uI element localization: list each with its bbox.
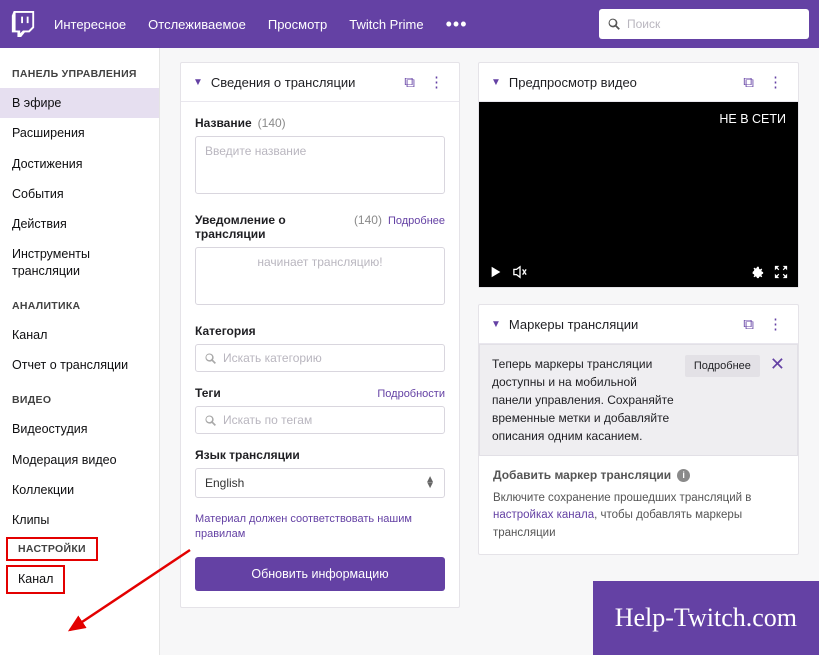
annotation-settings-box: НАСТРОЙКИ [6, 537, 98, 561]
panel-title: Сведения о трансляции [211, 75, 393, 90]
title-input[interactable] [195, 136, 445, 194]
twitch-logo-icon[interactable] [10, 11, 36, 37]
add-marker-row[interactable]: Добавить маркер трансляции i [493, 468, 784, 482]
search-icon [607, 17, 621, 31]
tags-search[interactable] [195, 406, 445, 434]
preview-panel: ▼ Предпросмотр видео ⧉ ⋮ НЕ В СЕТИ [478, 62, 799, 288]
nav-prime[interactable]: Twitch Prime [349, 17, 423, 32]
rules-note[interactable]: Материал должен соответствовать нашим пр… [195, 512, 445, 543]
more-icon[interactable]: ⋮ [426, 73, 447, 91]
search-icon [204, 414, 217, 427]
popout-icon[interactable]: ⧉ [401, 74, 418, 91]
sidebar-item-moderation[interactable]: Модерация видео [0, 445, 159, 475]
banner-text: Теперь маркеры трансляции доступны и на … [492, 355, 675, 445]
sidebar-item-extensions[interactable]: Расширения [0, 118, 159, 148]
panel-title: Предпросмотр видео [509, 75, 732, 90]
sidebar-item-clips[interactable]: Клипы [0, 505, 159, 535]
category-label: Категория [195, 324, 256, 338]
sidebar-item-live[interactable]: В эфире [0, 88, 159, 118]
watermark: Help-Twitch.com [593, 581, 819, 655]
chevron-down-icon[interactable]: ▼ [491, 77, 501, 88]
sidebar-item-events[interactable]: События [0, 179, 159, 209]
markers-panel: ▼ Маркеры трансляции ⧉ ⋮ Теперь маркеры … [478, 304, 799, 555]
more-icon[interactable]: ⋮ [765, 315, 786, 333]
title-count: (140) [258, 116, 286, 130]
sidebar-section-video: ВИДЕО [0, 388, 159, 414]
lang-value: English [205, 476, 244, 490]
notif-input[interactable] [195, 247, 445, 305]
search-input[interactable] [627, 17, 801, 31]
sidebar-item-collections[interactable]: Коллекции [0, 475, 159, 505]
close-icon[interactable]: ✕ [770, 355, 785, 373]
notif-label: Уведомление о трансляции [195, 213, 348, 241]
search-icon [204, 352, 217, 365]
sidebar-section-analytics: АНАЛИТИКА [0, 294, 159, 320]
markers-banner: Теперь маркеры трансляции доступны и на … [479, 344, 798, 456]
notif-more-link[interactable]: Подробнее [388, 215, 445, 227]
sidebar-section-dashboard: ПАНЕЛЬ УПРАВЛЕНИЯ [0, 62, 159, 88]
markers-hint: Включите сохранение прошедших трансляций… [493, 490, 784, 542]
nav-following[interactable]: Отслеживаемое [148, 17, 246, 32]
sidebar-item-tools[interactable]: Инструменты трансляции [0, 239, 159, 286]
add-marker-label: Добавить маркер трансляции [493, 468, 671, 482]
nav-discover[interactable]: Интересное [54, 17, 126, 32]
settings-icon[interactable] [750, 265, 764, 279]
chevron-down-icon[interactable]: ▼ [193, 77, 203, 88]
category-input[interactable] [223, 351, 436, 365]
notif-count: (140) [354, 213, 382, 227]
more-icon[interactable]: ⋮ [765, 73, 786, 91]
play-icon[interactable] [489, 265, 503, 279]
panel-title: Маркеры трансляции [509, 317, 732, 332]
update-button[interactable]: Обновить информацию [195, 557, 445, 591]
select-arrows-icon: ▲▼ [425, 477, 435, 489]
tags-label: Теги [195, 386, 221, 400]
annotation-channel-box: Канал [6, 565, 65, 593]
sidebar-item-actions[interactable]: Действия [0, 209, 159, 239]
sidebar-item-video-producer[interactable]: Видеостудия [0, 414, 159, 444]
mute-icon[interactable] [513, 265, 527, 279]
sidebar-item-channel-settings[interactable]: Канал [8, 567, 63, 591]
search-box[interactable] [599, 9, 809, 39]
video-preview[interactable]: НЕ В СЕТИ [479, 102, 798, 287]
offline-status: НЕ В СЕТИ [719, 112, 786, 126]
banner-more-button[interactable]: Подробнее [685, 355, 760, 377]
sidebar: ПАНЕЛЬ УПРАВЛЕНИЯ В эфире Расширения Дос… [0, 48, 160, 655]
sidebar-item-achievements[interactable]: Достижения [0, 149, 159, 179]
sidebar-item-channel-analytics[interactable]: Канал [0, 320, 159, 350]
sidebar-item-stream-report[interactable]: Отчет о трансляции [0, 350, 159, 380]
info-icon[interactable]: i [677, 469, 690, 482]
stream-info-panel: ▼ Сведения о трансляции ⧉ ⋮ Название (140… [180, 62, 460, 608]
tags-more-link[interactable]: Подробности [377, 388, 445, 400]
lang-select[interactable]: English ▲▼ [195, 468, 445, 498]
top-nav: Интересное Отслеживаемое Просмотр Twitch… [0, 0, 819, 48]
lang-label: Язык трансляции [195, 448, 300, 462]
popout-icon[interactable]: ⧉ [740, 74, 757, 91]
sidebar-section-settings: НАСТРОЙКИ [8, 539, 96, 559]
nav-more-icon[interactable]: ••• [446, 14, 468, 35]
nav-browse[interactable]: Просмотр [268, 17, 327, 32]
title-label: Название [195, 116, 252, 130]
fullscreen-icon[interactable] [774, 265, 788, 279]
chevron-down-icon[interactable]: ▼ [491, 319, 501, 330]
tags-input[interactable] [223, 413, 436, 427]
popout-icon[interactable]: ⧉ [740, 316, 757, 333]
channel-settings-link[interactable]: настройках канала [493, 509, 594, 521]
category-search[interactable] [195, 344, 445, 372]
